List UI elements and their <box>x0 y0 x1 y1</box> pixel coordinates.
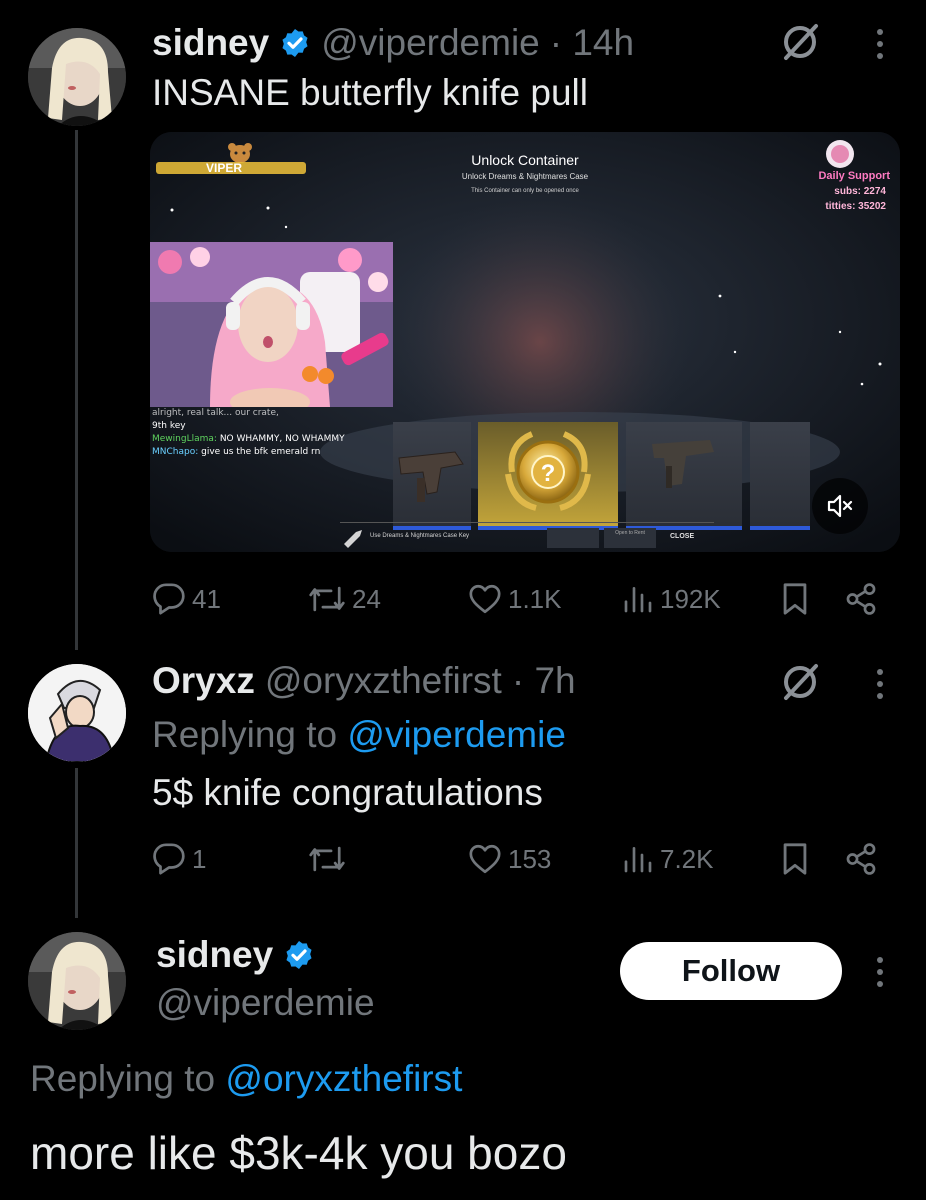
replying-to: Replying to @viperdemie <box>152 714 566 756</box>
support-titties: titties: 35202 <box>825 201 886 212</box>
repost-icon <box>308 582 346 616</box>
chat-text-1: alright, real talk... our crate, <box>152 408 279 418</box>
reply-count: 41 <box>192 583 221 614</box>
share-icon[interactable] <box>844 582 878 616</box>
thread-line-1 <box>75 130 78 650</box>
like-count: 153 <box>508 843 552 874</box>
handle[interactable]: @viperdemie <box>156 982 375 1024</box>
tweet2-header: Oryxz @oryxzthefirst · 7h <box>152 658 576 704</box>
replying-prefix: Replying to <box>30 1058 216 1099</box>
grok-icon[interactable] <box>780 22 820 62</box>
container-title: Unlock Container <box>471 152 579 168</box>
chat-line-2: 9th key <box>152 420 352 433</box>
close-button[interactable]: CLOSE <box>670 533 694 540</box>
display-name[interactable]: sidney <box>156 934 273 976</box>
timestamp[interactable]: · 14h <box>550 22 634 64</box>
repost-count: 24 <box>352 583 381 614</box>
tweet-text: more like $3k-4k you bozo <box>30 1127 567 1179</box>
reply-icon <box>152 582 186 616</box>
tweet3-name-row: sidney <box>156 932 315 978</box>
chat-user-3: MewingLlama: <box>152 434 217 444</box>
tweet1-header: sidney @viperdemie · 14h <box>152 20 634 66</box>
grok-icon[interactable] <box>780 662 820 702</box>
open-blank-button[interactable] <box>547 528 599 548</box>
views-count: 192K <box>660 583 721 614</box>
avatar-oryxz[interactable] <box>28 664 126 762</box>
chat-line-3: MewingLlama: NO WHAMMY, NO WHAMMY <box>152 433 352 446</box>
reply-count: 1 <box>192 843 207 874</box>
streamer-logo: VIPER <box>156 142 306 182</box>
repost-action[interactable] <box>308 842 352 876</box>
views-count: 7.2K <box>660 843 714 874</box>
replying-prefix: Replying to <box>152 714 338 755</box>
chat-text-3: NO WHAMMY, NO WHAMMY <box>219 434 345 444</box>
replying-handle-link[interactable]: @oryxzthefirst <box>225 1058 462 1099</box>
bookmark-icon[interactable] <box>780 842 810 876</box>
more-icon[interactable] <box>868 952 892 992</box>
handle[interactable]: @viperdemie <box>321 22 540 64</box>
replying-handle-link[interactable]: @viperdemie <box>347 714 566 755</box>
handle[interactable]: @oryxzthefirst <box>265 660 502 702</box>
reply-action[interactable]: 41 <box>152 582 221 616</box>
like-action[interactable]: 1.1K <box>468 582 562 616</box>
chat-line-1: alright, real talk... our crate, <box>152 407 352 420</box>
video-media[interactable]: ? VIPER Unlock Container Unlock Dreams &… <box>150 132 900 552</box>
mute-button[interactable] <box>812 478 868 534</box>
thread-line-2 <box>75 768 78 918</box>
follow-button[interactable]: Follow <box>620 942 842 1000</box>
views-icon <box>622 582 654 616</box>
mute-icon <box>826 492 854 520</box>
container-note: This Container can only be opened once <box>471 188 579 194</box>
svg-text:?: ? <box>541 460 556 487</box>
case-item-far-right <box>750 422 810 530</box>
stream-chat: alright, real talk... our crate, 9th key… <box>152 407 352 459</box>
repost-icon <box>308 842 346 876</box>
webcam-feed <box>150 242 393 407</box>
replying-to: Replying to @oryxzthefirst <box>30 1058 462 1100</box>
display-name[interactable]: sidney <box>152 22 269 64</box>
case-item-selected: ? <box>478 422 618 530</box>
reply-icon <box>152 842 186 876</box>
more-icon[interactable] <box>868 664 892 704</box>
chat-text-4: give us the bfk emerald rn <box>201 447 321 457</box>
views-action[interactable]: 192K <box>622 582 721 616</box>
bookmark-icon[interactable] <box>780 582 810 616</box>
views-icon <box>622 842 654 876</box>
chat-user-4: MNChapo: <box>152 447 199 457</box>
streamer-logo-text: VIPER <box>206 161 243 175</box>
case-bottom-bar <box>340 522 714 523</box>
tweet-text: INSANE butterfly knife pull <box>152 72 588 113</box>
case-item-right <box>626 422 742 530</box>
case-item-left <box>393 422 471 530</box>
display-name[interactable]: Oryxz <box>152 660 255 702</box>
share-icon[interactable] <box>844 842 878 876</box>
chat-text-2: 9th key <box>152 421 186 431</box>
verified-icon <box>283 939 315 971</box>
more-icon[interactable] <box>868 24 892 64</box>
like-icon <box>468 582 502 616</box>
like-icon <box>468 842 502 876</box>
container-subtitle: Unlock Dreams & Nightmares Case <box>461 172 589 181</box>
key-icon <box>342 526 366 552</box>
repost-action[interactable]: 24 <box>308 582 381 616</box>
like-action[interactable]: 153 <box>468 842 551 876</box>
support-subs: subs: 2274 <box>834 186 886 197</box>
like-count: 1.1K <box>508 583 562 614</box>
tweet-text: 5$ knife congratulations <box>152 772 543 813</box>
support-title: Daily Support <box>818 170 890 182</box>
reply-action[interactable]: 1 <box>152 842 206 876</box>
avatar-sidney[interactable] <box>28 932 126 1030</box>
timestamp[interactable]: · 7h <box>512 660 576 702</box>
verified-icon <box>279 27 311 59</box>
open-to-rent-button[interactable]: Open to Rent <box>604 528 656 548</box>
chat-line-4: MNChapo: give us the bfk emerald rn <box>152 446 352 459</box>
use-key-label: Use Dreams & Nightmares Case Key <box>370 533 470 539</box>
avatar-sidney[interactable] <box>28 28 126 126</box>
views-action[interactable]: 7.2K <box>622 842 714 876</box>
